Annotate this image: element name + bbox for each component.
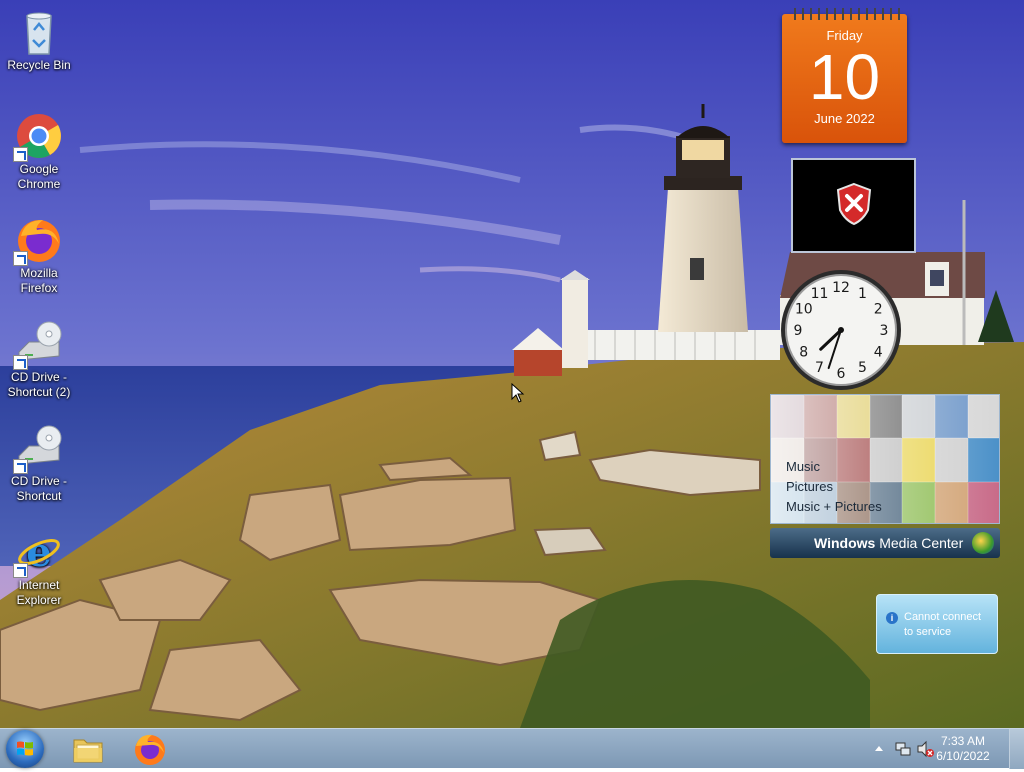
clock-numeral: 11 (811, 286, 829, 302)
calendar-day-number: 10 (808, 41, 881, 113)
cd-drive-icon (13, 320, 63, 370)
clock-numeral: 3 (880, 323, 889, 339)
media-item-music[interactable]: Music (786, 457, 882, 477)
network-icon[interactable] (894, 740, 912, 758)
desktop-icon-internet-explorer[interactable]: e Internet Explorer (1, 528, 77, 608)
desktop-icon-google-chrome[interactable]: Google Chrome (1, 112, 77, 192)
media-center-launch-button[interactable]: Windows Media Center (770, 528, 1000, 558)
media-center-orb-icon (972, 532, 994, 554)
calendar-gadget[interactable]: Friday 10 June 2022 (782, 8, 907, 143)
weather-gadget[interactable]: i Cannot connect to service (876, 594, 998, 654)
clock-numeral: 2 (874, 302, 883, 318)
clock-numeral: 12 (832, 280, 850, 296)
chrome-icon (13, 112, 63, 162)
calendar-month-year: June 2022 (814, 111, 875, 126)
clock-numeral: 1 (858, 286, 867, 302)
clock-numeral: 5 (858, 360, 867, 376)
desktop-icon-label: CD Drive - Shortcut (11, 474, 67, 503)
internet-explorer-icon: e (13, 528, 63, 578)
mouse-cursor-icon (511, 383, 525, 403)
clock-numeral: 9 (794, 323, 803, 339)
weather-error-text: Cannot connect to service (904, 611, 982, 638)
desktop-icon-cd-drive-shortcut[interactable]: CD Drive - Shortcut (1, 424, 77, 504)
info-icon: i (886, 612, 898, 624)
system-tray: 7:33 AM 6/10/2022 (864, 729, 1024, 769)
clock-numeral: 10 (795, 302, 813, 318)
clock-numeral: 8 (799, 345, 808, 361)
shortcut-arrow-icon (13, 251, 28, 266)
taskbar-windows-explorer-button[interactable] (62, 731, 114, 767)
show-desktop-button[interactable] (1009, 729, 1024, 769)
media-center-gadget[interactable]: Music Pictures Music + Pictures (770, 394, 1000, 524)
desktop-icon-mozilla-firefox[interactable]: Mozilla Firefox (1, 216, 77, 296)
clock-numeral: 6 (837, 366, 846, 382)
taskbar-firefox-button[interactable] (124, 731, 176, 767)
firefox-icon (135, 734, 165, 765)
analog-clock: 12 12 3 45678 9 1011 (781, 270, 901, 390)
desktop-icon-label: Internet Explorer (16, 578, 62, 607)
recycle-bin-icon (15, 8, 63, 56)
show-hidden-icons-icon[interactable] (874, 744, 884, 752)
shortcut-arrow-icon (13, 147, 28, 162)
desktop-icon-label: Google Chrome (17, 162, 61, 191)
windows-explorer-icon (73, 739, 103, 763)
media-menu: Music Pictures Music + Pictures (786, 457, 882, 517)
clock-gadget[interactable]: 12 1 2 3 4 5 6 7 8 9 10 11 (779, 268, 903, 392)
desktop-icon-cd-drive-shortcut-2[interactable]: CD Drive - Shortcut (2) (1, 320, 77, 400)
taskbar-date: 6/10/2022 (936, 749, 990, 763)
taskbar-clock[interactable]: 7:33 AM 6/10/2022 (930, 734, 996, 764)
desktop-icon-label: Recycle Bin (7, 58, 71, 72)
desktop-icon-label: CD Drive - Shortcut (2) (7, 370, 71, 399)
shortcut-arrow-icon (13, 563, 28, 578)
shield-error-icon (836, 182, 872, 226)
taskbar-time: 7:33 AM (940, 734, 986, 748)
media-item-music-pictures[interactable]: Music + Pictures (786, 497, 882, 517)
svg-text:e: e (26, 529, 51, 576)
desktop-icon-recycle-bin[interactable]: Recycle Bin (1, 8, 77, 73)
firefox-icon (13, 216, 63, 266)
calendar-page: Friday 10 June 2022 (782, 14, 907, 143)
shortcut-arrow-icon (13, 459, 28, 474)
clock-numeral: 4 (874, 345, 883, 361)
calendar-rings (788, 8, 901, 20)
clock-numeral: 7 (815, 360, 824, 376)
shortcut-arrow-icon (13, 355, 28, 370)
media-center-label-brand: Windows (814, 535, 876, 551)
desktop-icon-label: Mozilla Firefox (20, 266, 58, 295)
start-button[interactable] (6, 730, 44, 768)
media-center-label: Media Center (879, 535, 964, 551)
security-gadget[interactable] (791, 158, 916, 253)
windows-flag-icon (17, 741, 33, 756)
cd-drive-icon (13, 424, 63, 474)
taskbar: 7:33 AM 6/10/2022 (0, 728, 1024, 769)
media-item-pictures[interactable]: Pictures (786, 477, 882, 497)
